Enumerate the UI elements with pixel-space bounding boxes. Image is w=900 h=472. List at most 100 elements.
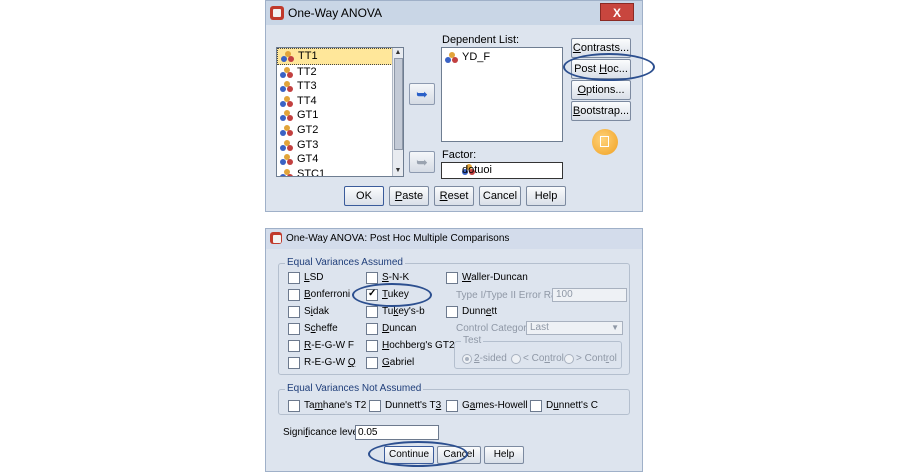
scale-variable-icon (280, 168, 294, 176)
radio-icon[interactable] (511, 354, 521, 364)
variable-list-item[interactable]: TT2 (277, 65, 403, 80)
scale-variable-icon (280, 95, 294, 107)
checkbox-box[interactable] (446, 272, 458, 284)
tukeys-b-checkbox[interactable]: Tukey's-b (366, 306, 425, 320)
scale-variable-icon (280, 124, 294, 136)
waller-duncan-checkbox[interactable]: Waller-Duncan (446, 272, 528, 286)
lsd-checkbox[interactable]: LSD (288, 272, 323, 286)
dependent-list-item[interactable]: YD_F (442, 50, 562, 65)
variable-list-item[interactable]: GT4 (277, 152, 403, 167)
control-category-select[interactable]: Last ▼ (526, 321, 623, 335)
variable-list-item[interactable]: TT1 (277, 48, 403, 65)
close-button[interactable]: X (600, 3, 634, 21)
checkbox-box[interactable] (288, 340, 300, 352)
hochberg-checkbox[interactable]: Hochberg's GT2 (366, 340, 455, 354)
scroll-up-icon[interactable]: ▲ (393, 48, 403, 58)
checkbox-box[interactable] (288, 306, 300, 318)
control-category-label: Control Category: (456, 323, 535, 334)
bootstrap-button[interactable]: Bootstrap... (571, 101, 631, 121)
significance-level-input[interactable]: 0.05 (355, 425, 439, 440)
help-button[interactable]: Help (526, 186, 566, 206)
dependent-list[interactable]: YD_F (441, 47, 563, 142)
reset-button[interactable]: Reset (434, 186, 474, 206)
tamhane-checkbox[interactable]: Tamhane's T2 (288, 400, 366, 414)
checkbox-box[interactable] (369, 400, 381, 412)
post-hoc-dialog: One-Way ANOVA: Post Hoc Multiple Compari… (265, 228, 643, 472)
source-list-scrollbar[interactable]: ▲ ▼ (392, 48, 403, 176)
checkbox-box[interactable] (366, 357, 378, 369)
source-variable-list[interactable]: TT1 TT2 TT3 TT4 GT1 GT2 GT3 GT4 STC1 ▲ ▼ (276, 47, 404, 177)
duncan-checkbox[interactable]: Duncan (366, 323, 416, 337)
title-bar: One-Way ANOVA X (266, 1, 642, 25)
radio-selected-icon[interactable] (462, 354, 472, 364)
greater-than-control-radio[interactable]: > Control (564, 353, 617, 365)
scroll-down-icon[interactable]: ▼ (393, 166, 403, 176)
variable-label: TT1 (298, 50, 318, 62)
dependent-list-label: Dependent List: (442, 34, 520, 46)
scheffe-checkbox[interactable]: Scheffe (288, 323, 338, 337)
variable-label: TT2 (297, 65, 317, 78)
dunnett-c-checkbox[interactable]: Dunnett's C (530, 400, 598, 414)
checkbox-box[interactable] (530, 400, 542, 412)
variable-label: TT3 (297, 80, 317, 93)
variable-list-item[interactable]: STC1 (277, 167, 403, 177)
continue-button[interactable]: Continue (384, 446, 434, 464)
checkbox-box[interactable] (288, 357, 300, 369)
bonferroni-checkbox[interactable]: Bonferroni (288, 289, 350, 303)
two-sided-radio[interactable]: 2-sided (462, 353, 507, 365)
checkbox-box[interactable] (446, 400, 458, 412)
factor-value: dotuoi (462, 164, 492, 176)
checkbox-box[interactable] (366, 272, 378, 284)
checkbox-checked-icon[interactable] (366, 288, 378, 301)
cancel-button[interactable]: Cancel (479, 186, 521, 206)
less-than-control-radio[interactable]: < Control (511, 353, 564, 365)
title-bar: One-Way ANOVA: Post Hoc Multiple Compari… (266, 229, 642, 249)
arrow-right-icon: ➥ (416, 86, 428, 102)
regwf-checkbox[interactable]: R-E-G-W F (288, 340, 354, 354)
variable-label: TT4 (297, 94, 317, 107)
checkbox-box[interactable] (288, 400, 300, 412)
checkbox-box[interactable] (288, 272, 300, 284)
radio-icon[interactable] (564, 354, 574, 364)
move-to-dependent-button[interactable]: ➥ (409, 83, 435, 105)
variable-list-item[interactable]: TT3 (277, 79, 403, 94)
options-button[interactable]: Options... (571, 80, 631, 100)
variable-label: STC1 (297, 167, 326, 177)
variable-list-item[interactable]: TT4 (277, 94, 403, 109)
games-howell-checkbox[interactable]: Games-Howell (446, 400, 528, 414)
factor-field[interactable]: dotuoi (441, 162, 563, 179)
scale-variable-icon (280, 81, 294, 93)
contrasts-button[interactable]: Contrasts... (571, 38, 631, 58)
variable-label: GT1 (297, 109, 319, 122)
scroll-thumb[interactable] (394, 58, 403, 150)
scale-variable-icon (280, 110, 294, 122)
chevron-down-icon: ▼ (611, 323, 619, 332)
regwq-checkbox[interactable]: R-E-G-W Q (288, 357, 356, 371)
post-hoc-button[interactable]: Post Hoc... (571, 59, 631, 79)
variable-label: GT3 (297, 138, 319, 151)
variable-list-item[interactable]: GT2 (277, 123, 403, 138)
gabriel-checkbox[interactable]: Gabriel (366, 357, 414, 371)
move-to-factor-button[interactable]: ➥ (409, 151, 435, 173)
dunnett-t3-checkbox[interactable]: Dunnett's T3 (369, 400, 441, 414)
cancel-button[interactable]: Cancel (437, 446, 481, 464)
tukey-checkbox[interactable]: Tukey (366, 288, 409, 303)
checkbox-box[interactable] (366, 323, 378, 335)
checkbox-box[interactable] (366, 306, 378, 318)
paste-button[interactable]: Paste (389, 186, 429, 206)
scale-variable-icon (445, 52, 459, 63)
group-title: Equal Variances Assumed (285, 257, 405, 268)
checkbox-box[interactable] (446, 306, 458, 318)
checkbox-box[interactable] (366, 340, 378, 352)
snk-checkbox[interactable]: S-N-K (366, 272, 409, 286)
ok-button[interactable]: OK (344, 186, 384, 206)
sidak-checkbox[interactable]: Sidak (288, 306, 329, 320)
dunnett-checkbox[interactable]: Dunnett (446, 306, 497, 320)
checkbox-box[interactable] (288, 323, 300, 335)
error-ratio-input[interactable]: 100 (552, 288, 627, 302)
variable-list-item[interactable]: GT3 (277, 138, 403, 153)
help-button[interactable]: Help (484, 446, 524, 464)
variable-list-item[interactable]: GT1 (277, 108, 403, 123)
checkbox-box[interactable] (288, 289, 300, 301)
significance-level-label: Significance level: (283, 427, 364, 438)
